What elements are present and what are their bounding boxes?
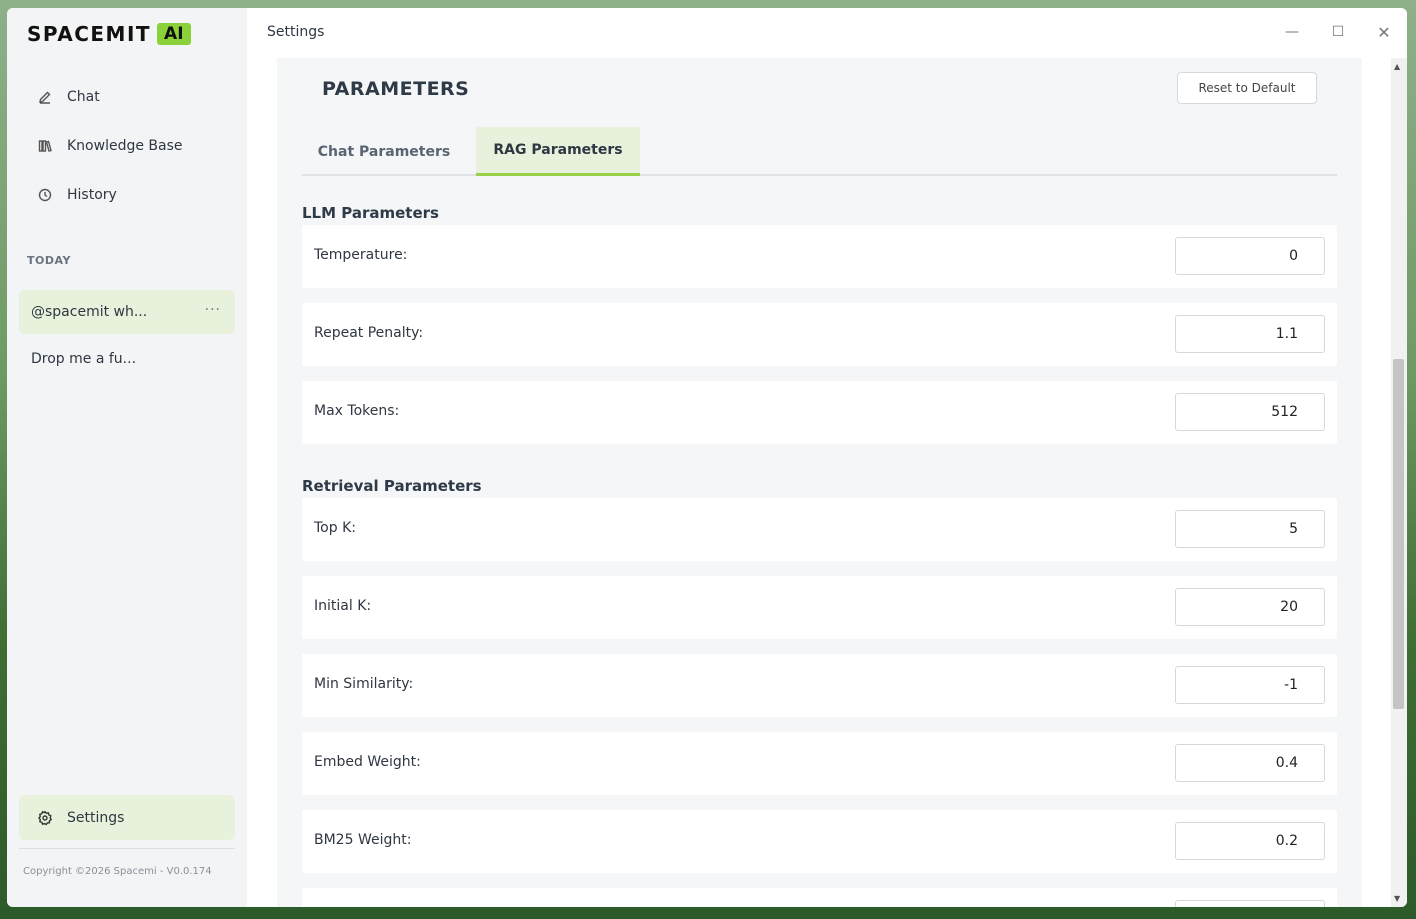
param-row-top-k: Top K: xyxy=(302,498,1337,561)
tab-rag-parameters[interactable]: RAG Parameters xyxy=(476,127,640,176)
param-label: Initial K: xyxy=(314,598,372,614)
sidebar-item-settings[interactable]: Settings xyxy=(19,795,235,840)
min-similarity-input[interactable] xyxy=(1175,666,1325,704)
param-label: BM25 Weight: xyxy=(314,832,412,848)
app-window: SPACEMIT AI Chat Knowledge Base History … xyxy=(7,8,1407,907)
sidebar-item-label: History xyxy=(67,186,117,203)
retrieval-parameters-heading: Retrieval Parameters xyxy=(302,477,482,495)
maximize-icon[interactable]: ☐ xyxy=(1328,22,1348,42)
close-icon[interactable]: ✕ xyxy=(1374,22,1394,42)
settings-content: PARAMETERS Reset to Default Chat Paramet… xyxy=(277,58,1362,907)
brand-logo: SPACEMIT AI xyxy=(27,22,191,46)
bm25-weight-input[interactable] xyxy=(1175,822,1325,860)
sidebar-item-history[interactable]: History xyxy=(19,170,235,219)
embed-weight-input[interactable] xyxy=(1175,744,1325,782)
sidebar-item-label: Knowledge Base xyxy=(67,137,183,154)
param-label: Repeat Penalty: xyxy=(314,325,424,341)
sidebar-item-label: Settings xyxy=(67,809,125,826)
param-label: Top K: xyxy=(314,520,356,536)
sidebar-divider xyxy=(19,848,235,849)
clock-icon xyxy=(38,188,52,201)
history-item-label: @spacemit wh... xyxy=(31,304,148,320)
tab-chat-parameters[interactable]: Chat Parameters xyxy=(302,127,466,176)
section-label-today: TODAY xyxy=(27,254,71,267)
history-item[interactable]: Drop me a fu... xyxy=(19,337,235,381)
title-bar: Settings — ☐ ✕ xyxy=(247,8,1407,58)
window-title: Settings xyxy=(267,24,325,40)
history-item-label: Drop me a fu... xyxy=(31,351,137,367)
reset-to-default-button[interactable]: Reset to Default xyxy=(1177,72,1317,104)
minimize-icon[interactable]: — xyxy=(1282,22,1302,42)
pencil-icon xyxy=(39,91,51,104)
top-k-input[interactable] xyxy=(1175,510,1325,548)
param-label: Min Similarity: xyxy=(314,676,414,692)
books-icon xyxy=(38,139,52,152)
param-row-bm25-weight: BM25 Weight: xyxy=(302,810,1337,873)
param-row-initial-k: Initial K: xyxy=(302,576,1337,639)
scroll-down-icon[interactable]: ▼ xyxy=(1394,894,1400,903)
sidebar-nav: Chat Knowledge Base History xyxy=(19,72,235,219)
brand-badge: AI xyxy=(157,23,191,45)
sidebar: SPACEMIT AI Chat Knowledge Base History … xyxy=(7,8,247,907)
max-tokens-input[interactable] xyxy=(1175,393,1325,431)
scroll-up-icon[interactable]: ▲ xyxy=(1394,62,1400,71)
history-item[interactable]: @spacemit wh... ··· xyxy=(19,290,235,334)
param-row-max-tokens: Max Tokens: xyxy=(302,381,1337,444)
page-title: PARAMETERS xyxy=(322,78,470,100)
llm-parameters-heading: LLM Parameters xyxy=(302,204,439,222)
copyright-text: Copyright ©2026 Spacemi - V0.0.174 xyxy=(23,866,212,877)
sidebar-item-label: Chat xyxy=(67,88,100,105)
param-row-embed-weight: Embed Weight: xyxy=(302,732,1337,795)
sidebar-item-knowledge-base[interactable]: Knowledge Base xyxy=(19,121,235,170)
param-row-repeat-penalty: Repeat Penalty: xyxy=(302,303,1337,366)
param-label: Max Tokens: xyxy=(314,403,400,419)
vertical-scrollbar[interactable]: ▲ ▼ xyxy=(1391,58,1407,907)
temperature-input[interactable] xyxy=(1175,237,1325,275)
param-label: Embed Weight: xyxy=(314,754,421,770)
more-options-icon[interactable]: ··· xyxy=(205,302,221,318)
parameter-tabs: Chat Parameters RAG Parameters xyxy=(302,127,1337,176)
param-label: Temperature: xyxy=(314,247,408,263)
brand-name: SPACEMIT xyxy=(27,22,152,46)
sidebar-item-chat[interactable]: Chat xyxy=(19,72,235,121)
gear-icon xyxy=(38,810,53,825)
param-row-partial xyxy=(302,888,1337,907)
initial-k-input[interactable] xyxy=(1175,588,1325,626)
partial-input[interactable] xyxy=(1175,900,1325,907)
param-row-min-similarity: Min Similarity: xyxy=(302,654,1337,717)
scrollbar-thumb[interactable] xyxy=(1393,359,1404,709)
repeat-penalty-input[interactable] xyxy=(1175,315,1325,353)
param-row-temperature: Temperature: xyxy=(302,225,1337,288)
